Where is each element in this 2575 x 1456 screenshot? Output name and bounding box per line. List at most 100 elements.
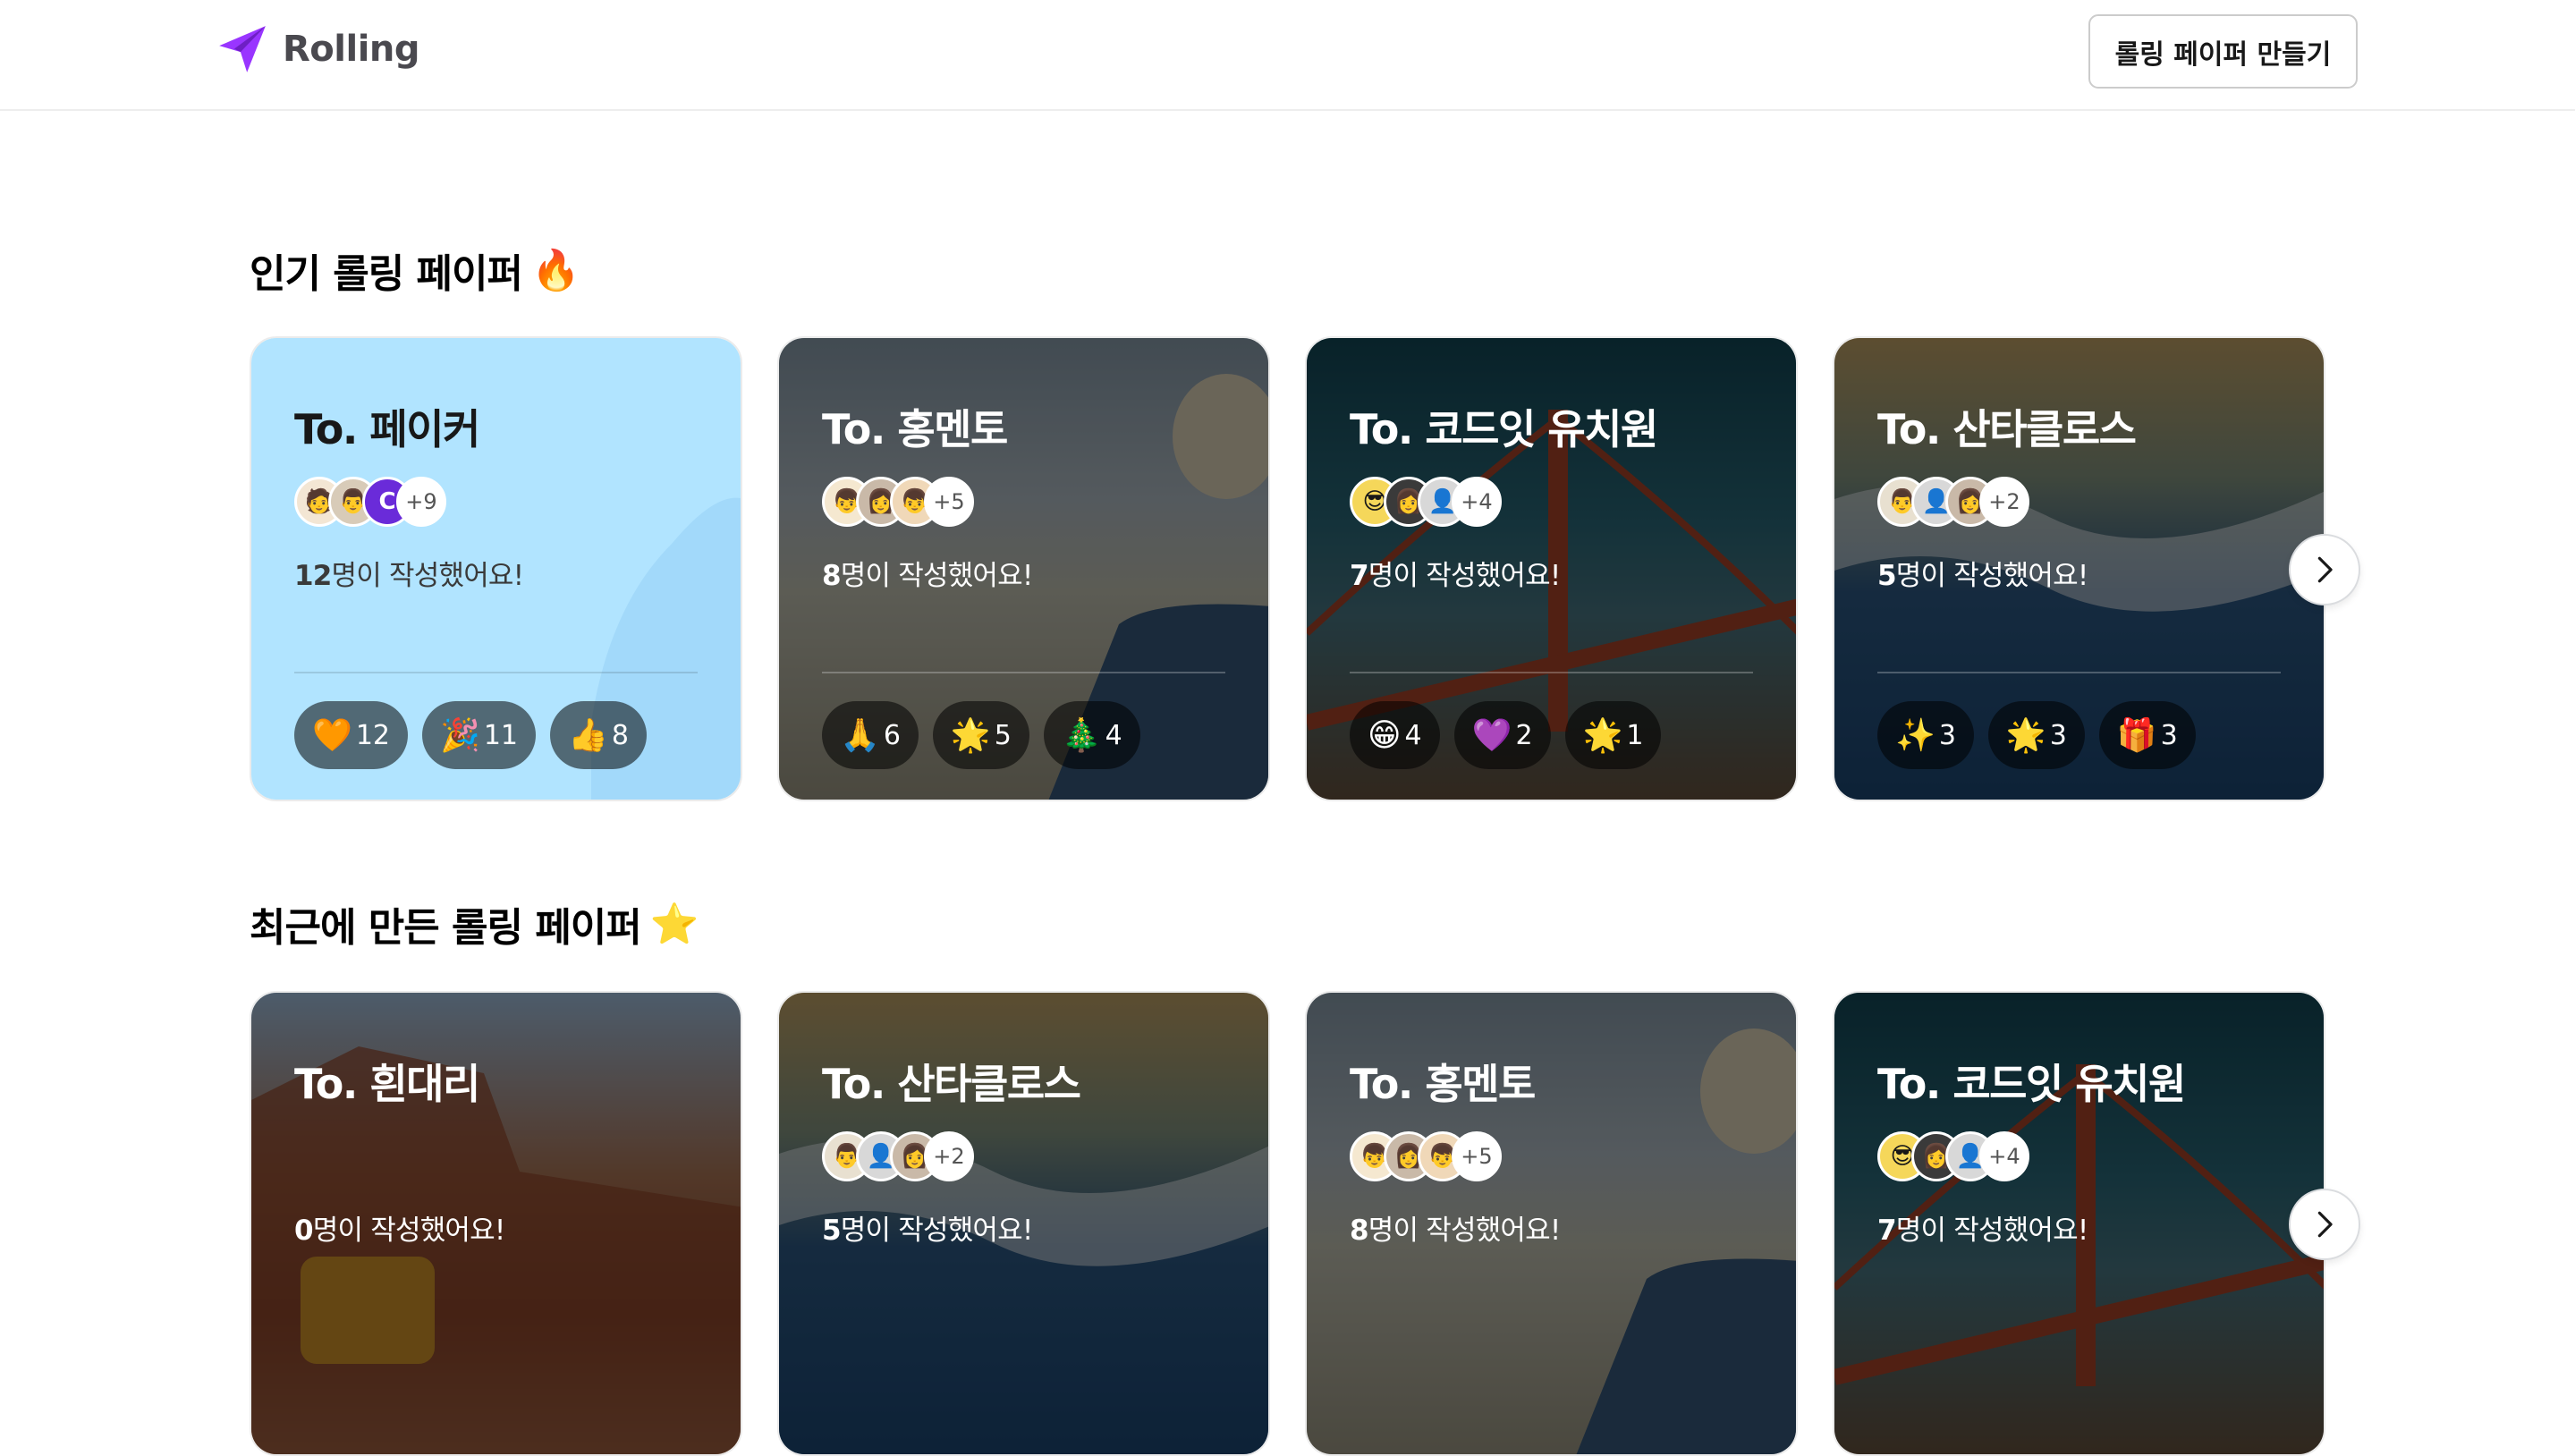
writer-count-suffix: 명이 작성했어요!: [1368, 560, 1562, 592]
reaction-badge: 🙏 6: [822, 701, 919, 769]
glowing-star-icon: 🌟: [2005, 717, 2046, 754]
reaction-list: 🙏 6 🌟 5 🎄 4: [822, 701, 1140, 769]
reaction-badge: 🧡 12: [294, 701, 409, 769]
fire-icon: 🔥: [531, 248, 580, 293]
writer-count: 12명이 작성했어요!: [294, 553, 524, 593]
writer-count-number: 8: [1350, 1215, 1369, 1247]
reaction-badge: ✨ 3: [1877, 701, 1974, 769]
avatar-more-count: +5: [924, 477, 974, 527]
popular-title-text: 인기 롤링 페이퍼: [250, 251, 523, 297]
recipient-name: To. 산타클로스: [1877, 405, 2137, 453]
star-icon: ⭐: [649, 902, 699, 947]
recipient-name: To. 산타클로스: [822, 1060, 1081, 1108]
avatar-group: 👦 👩 👦 +5: [1350, 1131, 1502, 1181]
reaction-badge: 🌟 3: [1987, 701, 2085, 769]
writer-count: 0명이 작성했어요!: [294, 1207, 505, 1248]
reaction-count: 3: [2049, 719, 2067, 751]
christmas-tree-icon: 🎄: [1061, 717, 1102, 754]
popular-next-button[interactable]: [2289, 534, 2360, 605]
recent-card-2[interactable]: To. 산타클로스 👨 👤 👩 +2 5명이 작성했어요!: [777, 991, 1270, 1456]
recent-next-button[interactable]: [2289, 1189, 2360, 1260]
writer-count-suffix: 명이 작성했어요!: [1368, 1215, 1562, 1247]
reaction-count: 1: [1626, 719, 1644, 751]
reaction-count: 3: [1938, 719, 1956, 751]
reaction-count: 4: [1404, 719, 1422, 751]
reaction-badge: 🌟 1: [1564, 701, 1662, 769]
divider: [1877, 672, 2281, 673]
avatar-more-count: +4: [1979, 1131, 2029, 1181]
recent-title-text: 최근에 만든 롤링 페이퍼: [250, 905, 642, 951]
writer-count-suffix: 명이 작성했어요!: [840, 560, 1034, 592]
recent-card-3[interactable]: To. 홍멘토 👦 👩 👦 +5 8명이 작성했어요!: [1305, 991, 1798, 1456]
reaction-count: 5: [994, 719, 1012, 751]
writer-count-number: 0: [294, 1215, 314, 1247]
reaction-badge: 🎄 4: [1043, 701, 1140, 769]
writer-count-number: 7: [1350, 560, 1369, 592]
paper-plane-icon: [219, 26, 266, 72]
popular-card-1[interactable]: To. 페이커 🧑 👨 C +9 12명이 작성했어요! 🧡 12 🎉 11 👍 8: [250, 336, 742, 801]
reaction-count: 12: [355, 719, 391, 751]
writer-count-number: 7: [1877, 1215, 1897, 1247]
reaction-count: 4: [1105, 719, 1122, 751]
glowing-star-icon: 🌟: [1582, 717, 1623, 754]
popular-card-3[interactable]: To. 코드잇 유치원 😎 👩 👤 +4 7명이 작성했어요! 😁 4 💜 2 🌟 1: [1305, 336, 1798, 801]
reaction-badge: 🎁 3: [2098, 701, 2196, 769]
party-popper-icon: 🎉: [440, 717, 480, 754]
chevron-right-icon: [2317, 1211, 2333, 1238]
reaction-list: ✨ 3 🌟 3 🎁 3: [1877, 701, 2196, 769]
avatar-more-count: +9: [396, 477, 446, 527]
avatar-group: 🧑 👨 C +9: [294, 477, 446, 527]
purple-heart-icon: 💜: [1471, 717, 1512, 754]
writer-count: 7명이 작성했어요!: [1350, 553, 1561, 593]
recent-card-4[interactable]: To. 코드잇 유치원 😎 👩 👤 +4 7명이 작성했어요!: [1833, 991, 2325, 1456]
glowing-star-icon: 🌟: [950, 717, 991, 754]
avatar-group: 👨 👤 👩 +2: [1877, 477, 2029, 527]
popular-card-2[interactable]: To. 홍멘토 👦 👩 👦 +5 8명이 작성했어요! 🙏 6 🌟 5 🎄 4: [777, 336, 1270, 801]
chevron-right-icon: [2317, 556, 2333, 583]
gift-icon: 🎁: [2116, 717, 2157, 754]
avatar-more-count: +4: [1452, 477, 1502, 527]
grinning-face-icon: 😁: [1368, 716, 1402, 754]
reaction-badge: 👍 8: [550, 701, 647, 769]
recent-section-title: 최근에 만든 롤링 페이퍼 ⭐: [250, 895, 699, 952]
reaction-badge: 🌟 5: [932, 701, 1029, 769]
popular-card-4[interactable]: To. 산타클로스 👨 👤 👩 +2 5명이 작성했어요! ✨ 3 🌟 3 🎁 3: [1833, 336, 2325, 801]
reaction-count: 2: [1515, 719, 1533, 751]
writer-count-number: 8: [822, 560, 842, 592]
reaction-count: 8: [611, 719, 629, 751]
writer-count: 5명이 작성했어요!: [822, 1207, 1033, 1248]
writer-count: 7명이 작성했어요!: [1877, 1207, 2088, 1248]
avatar-more-count: +5: [1452, 1131, 1502, 1181]
sparkles-icon: ✨: [1895, 717, 1935, 754]
writer-count: 8명이 작성했어요!: [1350, 1207, 1561, 1248]
writer-count-suffix: 명이 작성했어요!: [1895, 1215, 2089, 1247]
writer-count-number: 5: [822, 1215, 842, 1247]
writer-count-suffix: 명이 작성했어요!: [840, 1215, 1034, 1247]
recipient-name: To. 홍멘토: [1350, 1060, 1536, 1108]
divider: [294, 672, 698, 673]
writer-count-suffix: 명이 작성했어요!: [312, 1215, 506, 1247]
reaction-list: 🧡 12 🎉 11 👍 8: [294, 701, 647, 769]
avatar-group: 😎 👩 👤 +4: [1350, 477, 1502, 527]
reaction-count: 6: [883, 719, 901, 751]
reaction-count: 11: [483, 719, 519, 751]
avatar-more-count: +2: [1979, 477, 2029, 527]
writer-count: 5명이 작성했어요!: [1877, 553, 2088, 593]
header: Rolling 롤링 페이퍼 만들기: [0, 0, 2575, 111]
recipient-name: To. 코드잇 유치원: [1877, 1060, 2186, 1108]
writer-count-suffix: 명이 작성했어요!: [1895, 560, 2089, 592]
create-rolling-paper-button[interactable]: 롤링 페이퍼 만들기: [2088, 14, 2358, 89]
logo[interactable]: Rolling: [215, 21, 420, 77]
logo-text: Rolling: [283, 29, 420, 70]
folded-hands-icon: 🙏: [840, 717, 880, 754]
recipient-name: To. 페이커: [294, 405, 480, 453]
recent-card-1[interactable]: To. 흰대리 0명이 작성했어요!: [250, 991, 742, 1456]
writer-count: 8명이 작성했어요!: [822, 553, 1033, 593]
reaction-badge: 😁 4: [1350, 701, 1440, 769]
avatar-group: 😎 👩 👤 +4: [1877, 1131, 2029, 1181]
reaction-badge: 💜 2: [1453, 701, 1551, 769]
recipient-name: To. 코드잇 유치원: [1350, 405, 1658, 453]
orange-heart-icon: 🧡: [312, 717, 352, 754]
divider: [1350, 672, 1753, 673]
popular-section-title: 인기 롤링 페이퍼 🔥: [250, 241, 580, 299]
